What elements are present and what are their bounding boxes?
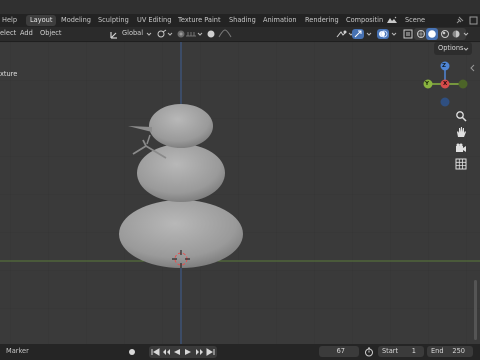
menu-select[interactable]: elect [0, 29, 16, 37]
snap-icon[interactable] [176, 29, 186, 39]
chevron-down-icon [167, 31, 173, 37]
tab-rendering[interactable]: Rendering [301, 15, 343, 26]
pin-icon[interactable] [455, 16, 464, 25]
stopwatch-icon[interactable] [364, 347, 374, 357]
marker-menu[interactable]: Marker [6, 347, 29, 355]
chevron-down-icon [463, 31, 469, 37]
viewport-scrollbar[interactable] [474, 280, 477, 340]
tab-texture-paint[interactable]: Texture Paint [174, 15, 225, 26]
tab-compositing[interactable]: Compositin [342, 15, 387, 26]
chevron-down-icon [146, 31, 152, 37]
end-frame-field[interactable]: End 250 [427, 346, 473, 357]
add-scene-icon[interactable] [469, 16, 478, 25]
xray-toggle-icon[interactable] [403, 29, 413, 39]
tab-animation[interactable]: Animation [259, 15, 301, 26]
falloff-icon[interactable] [218, 29, 232, 39]
snowman-object[interactable] [0, 42, 480, 344]
options-button[interactable]: Options [434, 42, 472, 55]
start-frame-field[interactable]: Start 1 [378, 346, 424, 357]
menu-help[interactable]: Help [0, 15, 21, 26]
menu-object[interactable]: Object [40, 29, 61, 37]
3d-viewport[interactable]: xture Options Z Y X [0, 42, 480, 344]
current-frame-value: 67 [336, 347, 345, 355]
chevron-down-icon [197, 31, 203, 37]
pivot-point-icon[interactable] [157, 29, 167, 39]
pan-hand-icon[interactable] [455, 126, 467, 138]
play-reverse-icon[interactable] [173, 348, 181, 356]
tab-layout[interactable]: Layout [26, 15, 57, 26]
jump-start-icon[interactable] [151, 348, 160, 356]
rendered-shading-icon[interactable] [451, 29, 461, 39]
workspace-tab-bar: Help Layout Modeling Sculpting UV Editin… [0, 14, 480, 27]
viewport-header: elect Add Object Global [0, 27, 480, 42]
solid-shading-button[interactable] [426, 28, 438, 40]
prev-keyframe-icon[interactable] [162, 348, 171, 356]
play-icon[interactable] [184, 348, 192, 356]
timeline-bar: Marker 67 Start 1 End 250 [0, 344, 480, 360]
gizmo-z-label: Z [442, 63, 446, 69]
wireframe-shading-icon[interactable] [416, 29, 426, 39]
jump-end-icon[interactable] [206, 348, 215, 356]
proportional-editing-icon[interactable] [206, 29, 216, 39]
scene-name[interactable]: Scene [401, 15, 429, 26]
menu-add[interactable]: Add [20, 29, 33, 37]
tab-shading[interactable]: Shading [225, 15, 260, 26]
end-value: 250 [452, 347, 465, 355]
options-label: Options [438, 44, 464, 52]
start-value: 1 [411, 347, 416, 355]
visibility-icon[interactable] [336, 29, 348, 39]
snap-target-icon[interactable] [186, 30, 196, 38]
gizmo-x-label: X [443, 81, 448, 87]
gizmo-y-label: Y [425, 81, 429, 87]
start-label: Start [382, 347, 399, 355]
chevron-down-icon [366, 31, 372, 37]
chevron-down-icon [391, 31, 397, 37]
perspective-toggle-icon[interactable] [455, 158, 467, 170]
current-frame-field[interactable]: 67 [319, 346, 359, 357]
transform-orientation-icon[interactable] [110, 30, 119, 39]
orientation-dropdown[interactable]: Global [122, 29, 143, 37]
zoom-icon[interactable] [455, 110, 467, 122]
tab-uv-editing[interactable]: UV Editing [133, 15, 175, 26]
gizmo-toggle-button[interactable] [352, 29, 364, 39]
tab-sculpting[interactable]: Sculpting [94, 15, 133, 26]
next-keyframe-icon[interactable] [195, 348, 204, 356]
tab-modeling[interactable]: Modeling [57, 15, 95, 26]
overlays-toggle-button[interactable] [377, 29, 389, 39]
scene-icon[interactable] [386, 16, 398, 25]
camera-view-icon[interactable] [455, 142, 467, 154]
chevron-down-icon [463, 47, 469, 51]
3d-cursor-icon[interactable] [171, 249, 191, 269]
record-icon[interactable] [128, 348, 136, 356]
end-label: End [431, 347, 444, 355]
material-preview-icon[interactable] [440, 29, 450, 39]
viewport-overlay-text: xture [0, 70, 18, 78]
